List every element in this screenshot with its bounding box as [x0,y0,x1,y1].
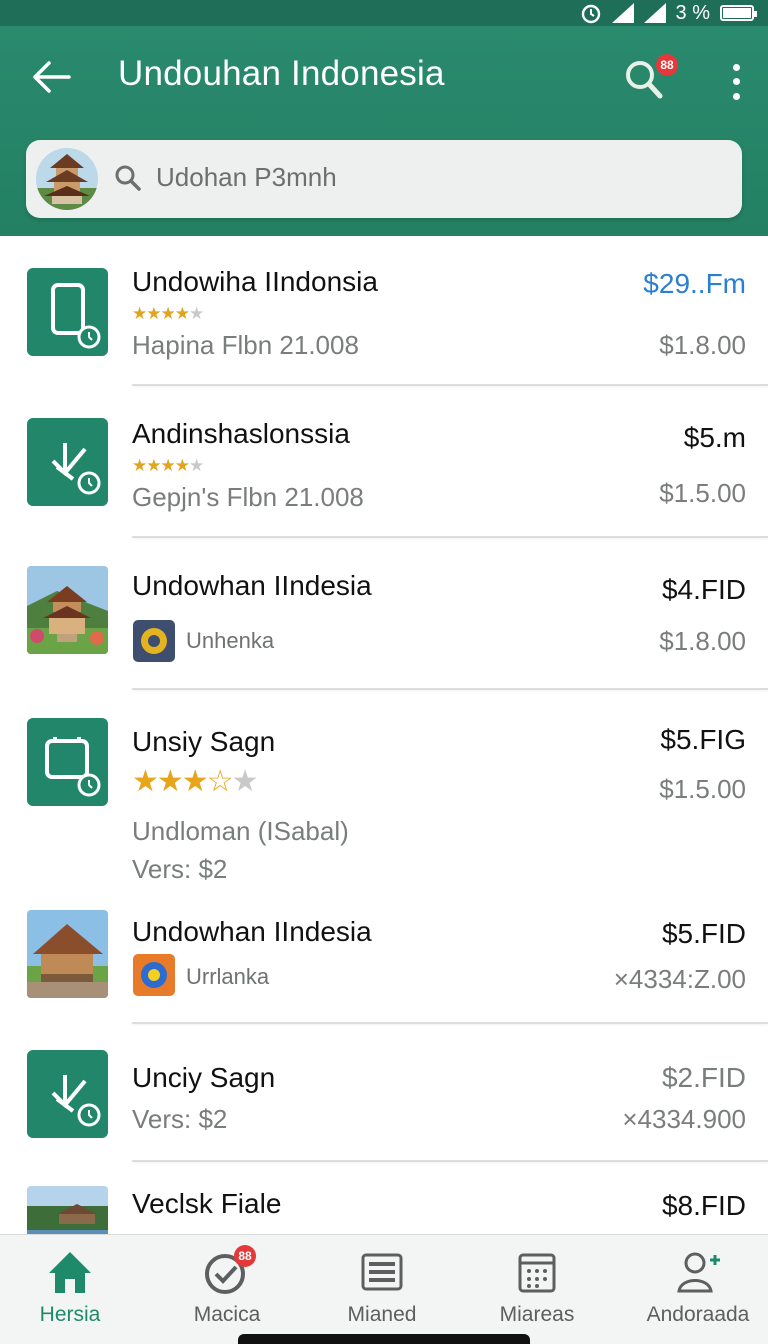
download-app-icon [27,1050,108,1138]
nav-item-account[interactable]: Andoraada [628,1249,768,1339]
item-name: Unciy Sagn [132,1062,276,1093]
item-price: $2.FID [661,1062,746,1093]
developer-icon [133,620,175,662]
tablet-app-icon [27,718,108,806]
nav-item-miareas[interactable]: Miareas [467,1249,607,1339]
item-name: Undowhan IIndesia [132,916,372,947]
item-price: $8.FID [661,1190,746,1221]
nav-item-macica[interactable]: 88 Macica [157,1245,297,1339]
app-bar: Undouhan Indonesia 88 Udohan P3mnh [0,26,768,236]
avatar[interactable] [36,148,98,210]
divider [132,1022,768,1024]
item-version: Vers: $2 [132,1104,228,1134]
calendar-icon [518,1253,556,1293]
item-price: $5.m [683,422,746,453]
list-item[interactable]: Undowhan IIndesia Urrlanka $5.FID ×4334:… [0,892,768,1026]
person-add-icon [677,1252,720,1293]
developer-icon [133,954,175,996]
item-version: Vers: $2 [132,854,228,884]
home-indicator[interactable] [238,1334,530,1344]
item-price: $4.FID [661,574,746,605]
phone-app-icon [27,268,108,356]
item-name: Undowhan IIndesia [132,570,372,601]
item-name: Andinshaslonssia [132,418,350,449]
signal-icon [611,3,634,23]
alarm-icon [581,4,600,24]
app-list: Undowiha IIndonsia ★★★★★ Hapina Flbn 21.… [0,236,768,1234]
developer-name: Urrlanka [186,964,270,989]
item-name: Unsiy Sagn [132,726,276,757]
divider [132,536,768,538]
battery-icon [720,5,757,21]
item-price-secondary: $1.8.00 [659,626,746,656]
divider [132,688,768,690]
nav-item-home[interactable]: Hersia [0,1249,140,1339]
developer-name: Unhenka [186,628,275,653]
rating-stars: ★★★★★ [132,456,204,475]
page-title: Undouhan Indonesia [118,54,445,93]
bottom-navigation: Hersia 88 Macica Mianed Miareas Andoraad… [0,1234,768,1344]
status-bar: 3 % [0,0,768,26]
list-icon [361,1253,403,1291]
item-price-secondary: ×4334:Z.00 [613,964,746,994]
battery-level: 3 % [675,1,710,24]
item-price-secondary: $1.5.00 [659,478,746,508]
search-input[interactable]: Udohan P3mnh [26,140,742,218]
nav-label: Hersia [39,1303,101,1326]
item-price: $5.FIG [660,724,746,755]
divider [132,1160,768,1162]
nav-label: Macica [193,1303,261,1326]
signal-icon-2 [643,3,666,23]
item-price-secondary: $1.5.00 [659,774,746,804]
list-item[interactable]: Unsiy Sagn ★★★☆★ Undloman (ISabal) Vers:… [0,692,768,892]
item-price-secondary: ×4334.900 [622,1104,746,1134]
item-price-secondary: $1.8.00 [659,330,746,360]
download-app-icon [27,418,108,506]
item-subtitle: Hapina Flbn 21.008 [132,330,359,360]
home-icon [49,1252,91,1293]
pagoda-photo [27,566,108,654]
list-item[interactable]: Unciy Sagn Vers: $2 $2.FID ×4334.900 [0,1026,768,1164]
list-item[interactable]: Andinshaslonssia ★★★★★ Gepjn's Flbn 21.0… [0,388,768,540]
item-price: $29..Fm [643,268,746,299]
item-name: Veclsk Fiale [132,1188,282,1219]
hut-photo [27,910,108,998]
search-placeholder: Udohan P3mnh [156,162,337,192]
search-button[interactable]: 88 [622,54,678,108]
divider [132,384,768,386]
notification-badge: 88 [656,54,678,76]
rating-stars: ★★★☆★ [132,765,258,798]
nav-label: Mianed [347,1303,417,1326]
list-item[interactable]: Veclsk Fiale $8.FID [0,1164,768,1234]
item-subtitle: Gepjn's Flbn 21.008 [132,482,364,512]
search-field-icon [115,165,141,191]
item-subtitle: Undloman (ISabal) [132,816,349,846]
lake-photo [27,1186,108,1234]
pagoda-avatar-icon [36,148,98,210]
nav-item-mianed[interactable]: Mianed [312,1249,452,1339]
nav-label: Miareas [499,1303,575,1326]
arrow-back-icon [33,61,71,93]
nav-label: Andoraada [646,1303,750,1326]
item-name: Undowiha IIndonsia [132,266,378,297]
rating-stars: ★★★★★ [132,304,204,323]
list-item[interactable]: Undowhan IIndesia Unhenka $4.FID $1.8.00 [0,540,768,692]
item-price: $5.FID [661,918,746,949]
nav-badge: 88 [234,1245,256,1267]
more-options-button[interactable] [722,60,750,104]
more-vert-icon [732,63,740,71]
back-button[interactable] [26,52,76,102]
list-item[interactable]: Undowiha IIndonsia ★★★★★ Hapina Flbn 21.… [0,236,768,388]
